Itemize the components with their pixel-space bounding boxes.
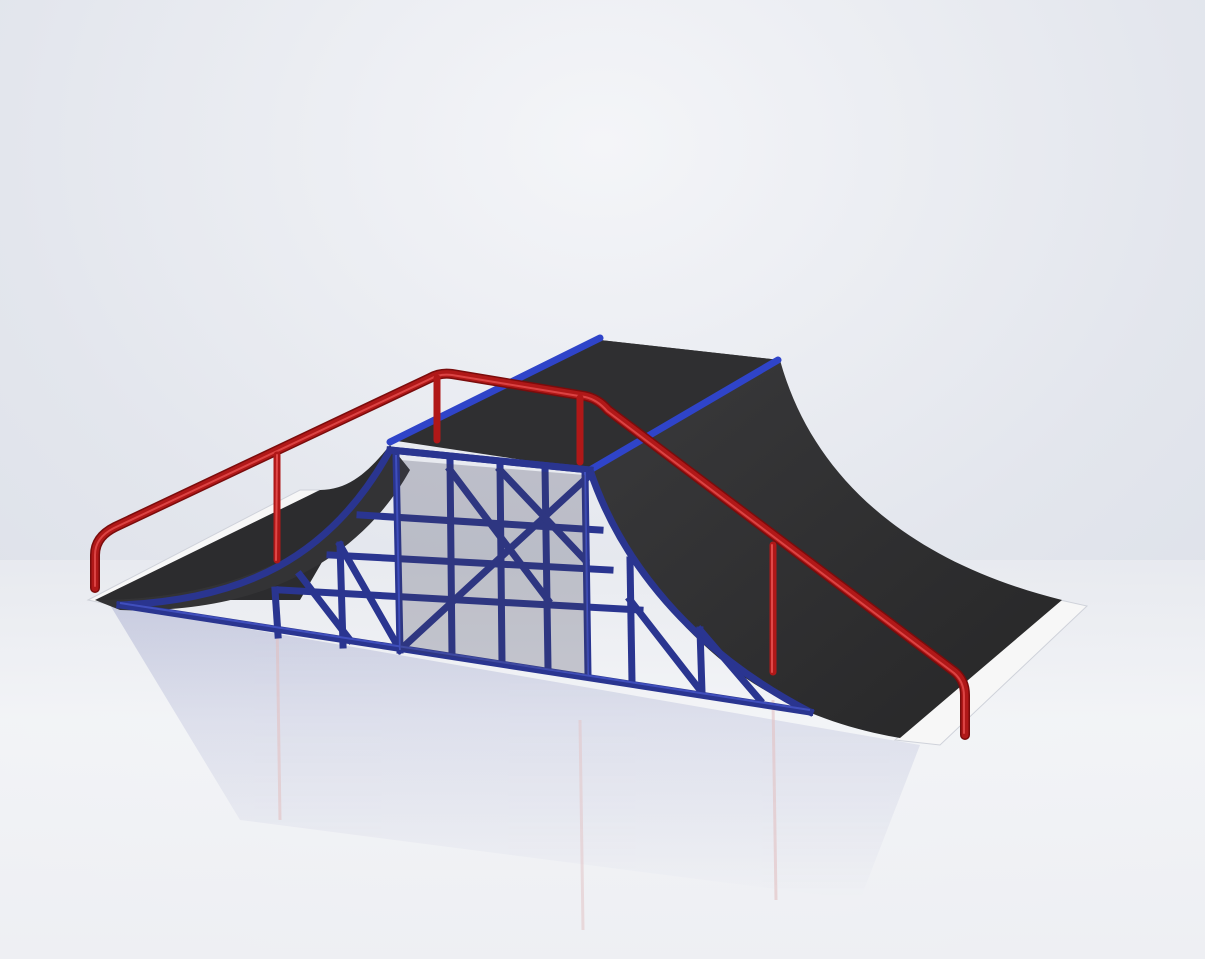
render-viewport [0, 0, 1205, 959]
frame-panel [400, 460, 588, 675]
ramp-scene [0, 0, 1205, 959]
